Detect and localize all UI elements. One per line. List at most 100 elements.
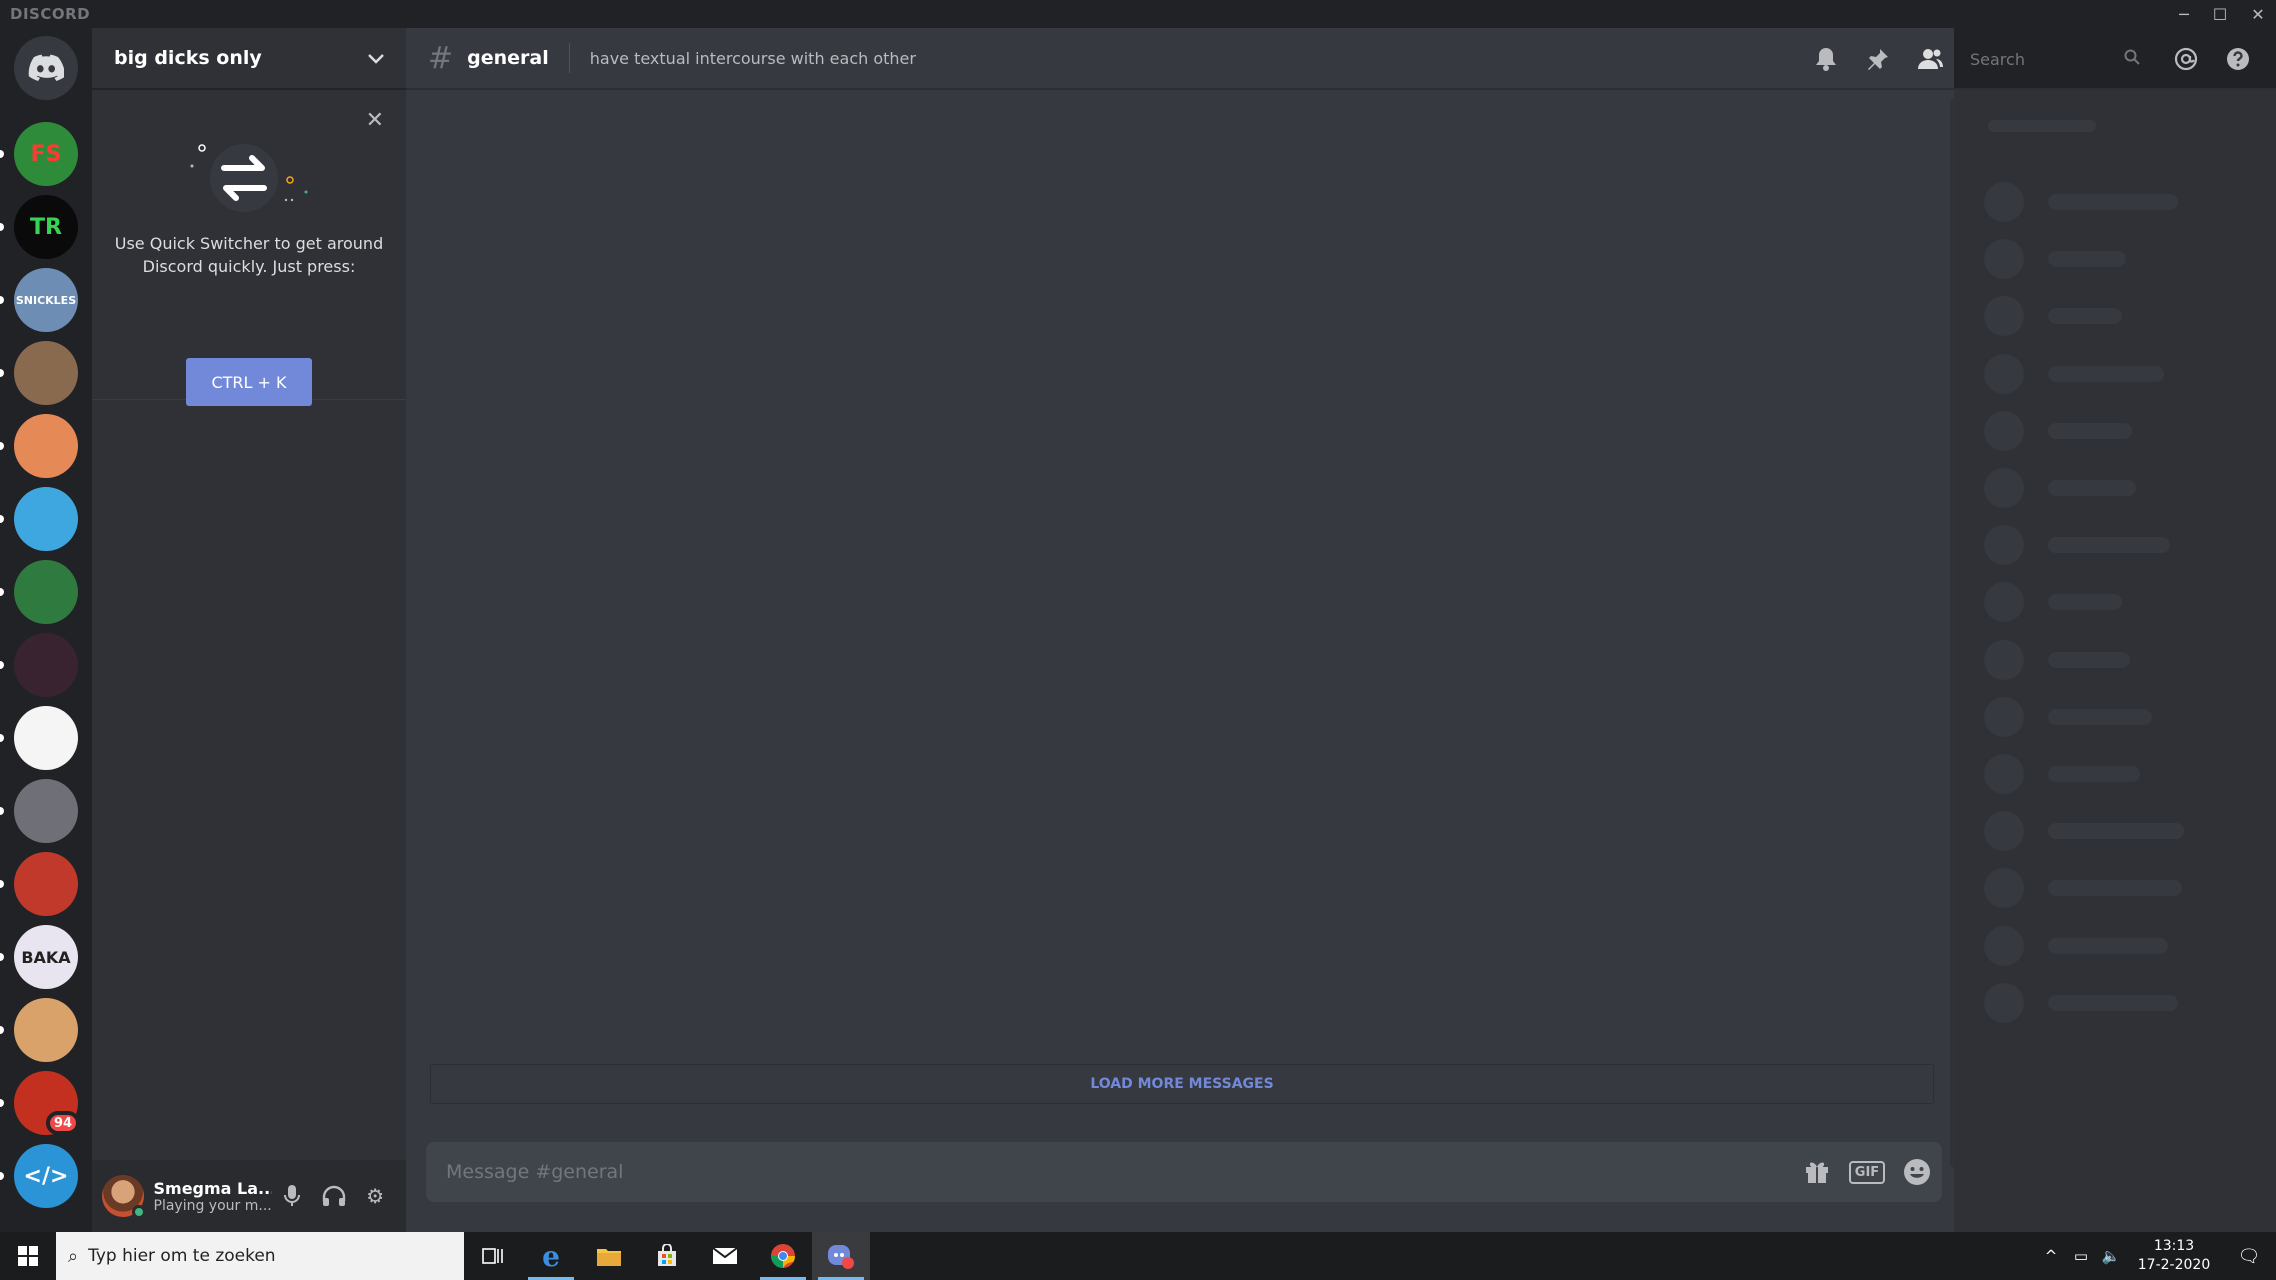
clock[interactable]: 13:13 17-2-2020: [2126, 1237, 2222, 1275]
gif-button[interactable]: GIF: [1842, 1147, 1892, 1197]
unread-indicator: [0, 1172, 4, 1180]
star-server-icon[interactable]: [14, 633, 78, 697]
member-list: [1954, 90, 2276, 1232]
bell-icon[interactable]: [1800, 33, 1852, 85]
server-header[interactable]: big dicks only: [92, 28, 406, 90]
member-placeholder-row: [1984, 696, 2152, 737]
user-activity: Playing your m...: [153, 1197, 272, 1214]
member-placeholder-row: [1984, 639, 2130, 680]
member-name-placeholder: [2048, 365, 2164, 382]
unread-indicator: [0, 588, 4, 596]
chevron-up-icon[interactable]: ^: [2036, 1247, 2066, 1265]
chrome-icon[interactable]: [754, 1232, 812, 1280]
snickles-server-icon[interactable]: SNICKLES: [14, 268, 78, 332]
taskbar-search[interactable]: ⌕: [56, 1232, 464, 1280]
fox-server-icon[interactable]: [14, 414, 78, 478]
tr-server-icon[interactable]: TR: [14, 195, 78, 259]
member-avatar-placeholder: [1984, 754, 2024, 794]
face-server-icon[interactable]: [14, 852, 78, 916]
task-view-icon[interactable]: [464, 1232, 522, 1280]
avatar[interactable]: [102, 1175, 146, 1219]
members-icon[interactable]: [1904, 33, 1956, 85]
gear-icon[interactable]: ⚙: [355, 1175, 397, 1217]
mail-icon[interactable]: [696, 1232, 754, 1280]
search-icon: ⌕: [68, 1245, 79, 1267]
cookie-server-icon[interactable]: [14, 998, 78, 1062]
member-name-placeholder: [2048, 480, 2136, 496]
minimize-button[interactable]: ─: [2166, 0, 2202, 28]
member-name-placeholder: [2048, 766, 2140, 782]
os-taskbar: ⌕ e ^ ▭ 🔈 13:13 17-2-2020 🗨: [0, 1232, 2276, 1280]
member-placeholder-row: [1984, 353, 2164, 394]
member-avatar-placeholder: [1984, 468, 2024, 508]
headphones-icon[interactable]: [313, 1175, 355, 1217]
unread-indicator: [0, 150, 4, 158]
windows-start-icon[interactable]: [0, 1232, 56, 1280]
member-placeholder-row: [1984, 811, 2184, 852]
member-placeholder-row: [1984, 925, 2168, 966]
emoji-icon[interactable]: [1892, 1147, 1942, 1197]
unread-indicator: [0, 880, 4, 888]
volume-icon[interactable]: 🔈: [2096, 1247, 2126, 1265]
close-icon[interactable]: ✕: [366, 108, 384, 133]
channel-sidebar: big dicks only ✕ Use Quick Switcher to g…: [92, 28, 406, 1232]
username: Smegma La...: [153, 1178, 272, 1198]
app-brand: DISCORD: [10, 5, 91, 23]
server-icon-label: BAKA: [21, 947, 71, 967]
fs-server-icon[interactable]: FS: [14, 122, 78, 186]
member-avatar-placeholder: [1984, 182, 2024, 222]
silhouette-server-icon[interactable]: [14, 706, 78, 770]
taskbar-search-input[interactable]: [88, 1246, 449, 1266]
hashtag-icon: #: [428, 40, 454, 76]
server-list: FS TR SNICKLES BAKA 94 </>: [0, 28, 92, 1232]
member-avatar-placeholder: [1984, 868, 2024, 909]
store-icon[interactable]: [638, 1232, 696, 1280]
player-server-icon[interactable]: [14, 560, 78, 624]
header-divider: [568, 43, 570, 73]
user-info[interactable]: Smegma La... Playing your m...: [154, 1179, 272, 1214]
pin-icon[interactable]: [1852, 33, 1904, 85]
channel-topic[interactable]: have textual intercourse with each other: [590, 49, 916, 68]
bear-server-icon[interactable]: [14, 341, 78, 405]
maximize-button[interactable]: ☐: [2202, 0, 2238, 28]
member-avatar-placeholder: [1984, 925, 2024, 966]
mentions-icon[interactable]: [2160, 33, 2212, 85]
microphone-icon[interactable]: [272, 1175, 314, 1217]
message-composer: GIF: [426, 1142, 1942, 1202]
unread-indicator: [0, 953, 4, 961]
network-icon[interactable]: ▭: [2066, 1247, 2096, 1265]
user-panel: Smegma La... Playing your m... ⚙: [92, 1160, 406, 1232]
member-name-placeholder: [2048, 594, 2122, 611]
member-placeholder-row: [1984, 182, 2178, 222]
search-box[interactable]: [1962, 42, 2148, 76]
server-icon-label: FS: [30, 141, 62, 167]
file-explorer-icon[interactable]: [580, 1232, 638, 1280]
unread-indicator: [0, 807, 4, 815]
member-avatar-placeholder: [1984, 410, 2024, 451]
code-server-icon[interactable]: </>: [14, 1144, 78, 1208]
header-toolbar: [1800, 28, 2264, 90]
group-server-icon[interactable]: [14, 779, 78, 843]
server-name: big dicks only: [114, 47, 262, 69]
server-icon-label: SNICKLES: [15, 293, 77, 307]
notifications-icon[interactable]: 🗨: [2222, 1246, 2276, 1267]
help-icon[interactable]: [2212, 33, 2264, 85]
load-more-messages-button[interactable]: LOAD MORE MESSAGES: [430, 1064, 1934, 1104]
baka-server-icon[interactable]: BAKA: [14, 925, 78, 989]
message-input[interactable]: [446, 1161, 1792, 1183]
unread-indicator: [0, 223, 4, 231]
member-avatar-placeholder: [1984, 696, 2024, 737]
search-input[interactable]: [1970, 49, 2124, 69]
discord-taskbar-icon[interactable]: [812, 1232, 870, 1280]
close-window-button[interactable]: ✕: [2240, 0, 2276, 28]
home-button[interactable]: [14, 36, 78, 100]
channel-name: general: [467, 47, 549, 69]
gift-icon[interactable]: [1792, 1147, 1842, 1197]
member-avatar-placeholder: [1984, 239, 2024, 280]
member-avatar-placeholder: [1984, 982, 2024, 1023]
quick-switcher-shortcut-button[interactable]: CTRL + K: [186, 358, 312, 406]
edge-browser-icon[interactable]: e: [522, 1232, 580, 1280]
mention-badge: 94: [46, 1111, 80, 1135]
member-placeholder-row: [1984, 296, 2122, 337]
eye-server-icon[interactable]: [14, 487, 78, 551]
